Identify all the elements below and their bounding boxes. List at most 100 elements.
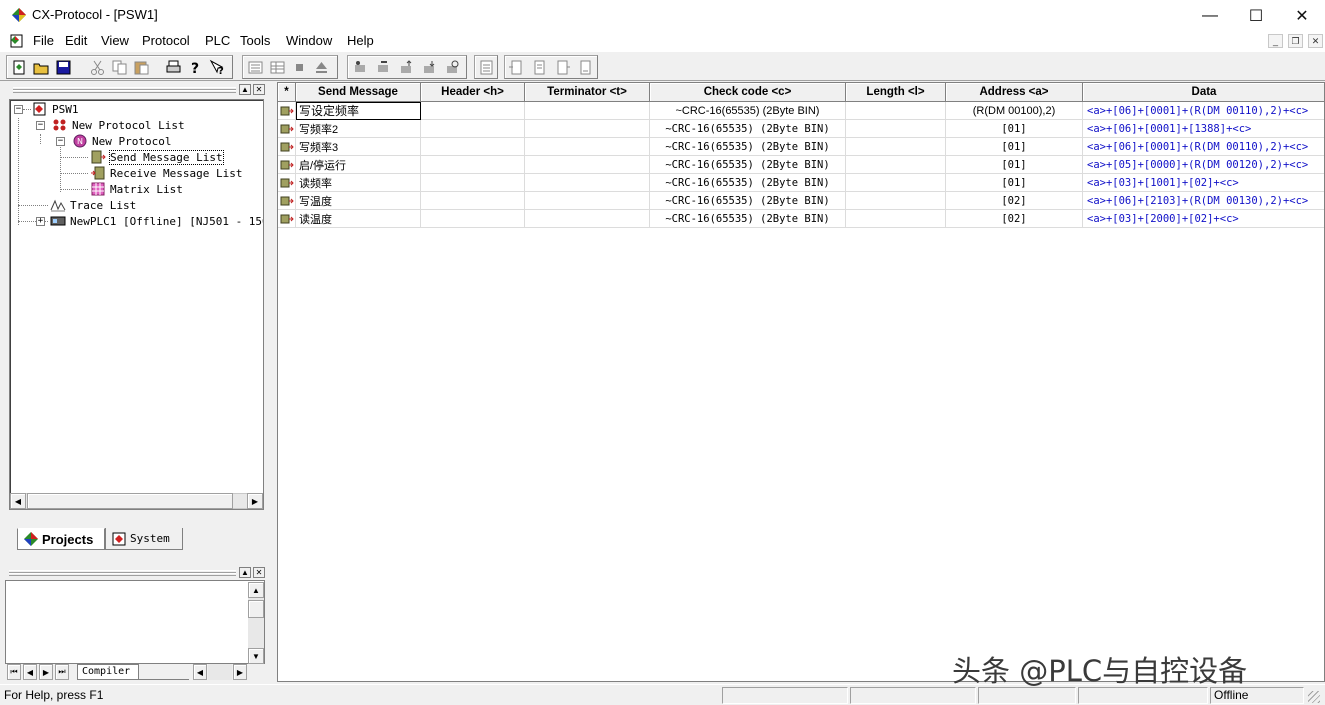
table-row[interactable]: 写设定频率 ~CRC-16(65535) (2Byte BIN) (R(DM 001… xyxy=(278,102,1324,120)
scroll-left-icon[interactable]: ◀ xyxy=(193,664,207,680)
save-icon[interactable] xyxy=(53,57,74,77)
cell-check-code[interactable]: ~CRC-16(65535) (2Byte BIN) xyxy=(650,138,846,156)
cell-address[interactable]: [02] xyxy=(946,210,1083,228)
mdi-minimize-button[interactable]: _ xyxy=(1268,34,1283,48)
close-button[interactable]: ✕ xyxy=(1279,0,1325,31)
cell-data[interactable]: <a>+[03]+[2000]+[02]+<c> xyxy=(1083,210,1324,228)
cell-address[interactable]: [01] xyxy=(946,174,1083,192)
table-row[interactable]: 写频率2 ~CRC-16(65535) (2Byte BIN) [01] <a>+[0… xyxy=(278,120,1324,138)
plc-upload-icon[interactable] xyxy=(396,57,417,77)
cell-send-message[interactable]: 写设定频率 xyxy=(296,102,421,120)
copy-icon[interactable] xyxy=(109,57,130,77)
tab-prev-icon[interactable]: ◀ xyxy=(23,664,37,680)
table-row[interactable]: 启/停运行 ~CRC-16(65535) (2Byte BIN) [01] <a>+[… xyxy=(278,156,1324,174)
cell-header[interactable] xyxy=(421,192,525,210)
cell-length[interactable] xyxy=(846,120,946,138)
stop-icon[interactable] xyxy=(289,57,310,77)
grid-corner[interactable]: * xyxy=(278,83,296,102)
cell-address[interactable]: [02] xyxy=(946,192,1083,210)
cell-data[interactable]: <a>+[06]+[2103]+(R(DM 00130),2)+<c> xyxy=(1083,192,1324,210)
tree-item-trace-list[interactable]: Trace List xyxy=(50,197,136,213)
row-icon-cell[interactable] xyxy=(278,210,296,228)
cell-send-message[interactable]: 写温度 xyxy=(296,192,421,210)
scroll-thumb[interactable] xyxy=(27,493,233,509)
cell-send-message[interactable]: 启/停运行 xyxy=(296,156,421,174)
row-icon-cell[interactable] xyxy=(278,138,296,156)
column-header-header[interactable]: Header <h> xyxy=(421,83,525,102)
row-icon-cell[interactable] xyxy=(278,120,296,138)
cell-data[interactable]: <a>+[05]+[0000]+(R(DM 00120),2)+<c> xyxy=(1083,156,1324,174)
menu-tools[interactable]: Tools xyxy=(237,33,273,48)
cell-terminator[interactable] xyxy=(525,174,650,192)
mdi-close-button[interactable]: ✕ xyxy=(1308,34,1323,48)
cell-header[interactable] xyxy=(421,120,525,138)
scroll-left-icon[interactable]: ◀ xyxy=(10,493,26,509)
cell-send-message[interactable]: 读频率 xyxy=(296,174,421,192)
cell-header[interactable] xyxy=(421,102,525,120)
cell-terminator[interactable] xyxy=(525,210,650,228)
tree-collapse-toggle[interactable]: − xyxy=(36,121,45,130)
print-icon[interactable] xyxy=(163,57,184,77)
tree-item-protocol[interactable]: N New Protocol xyxy=(72,133,171,149)
scroll-right-icon[interactable]: ▶ xyxy=(233,664,247,680)
cell-check-code[interactable]: ~CRC-16(65535) (2Byte BIN) xyxy=(650,156,846,174)
eject-icon[interactable] xyxy=(311,57,332,77)
menu-help[interactable]: Help xyxy=(344,33,377,48)
tree-collapse-toggle[interactable]: − xyxy=(14,105,23,114)
context-help-icon[interactable]: ? xyxy=(207,57,228,77)
plc-download-icon[interactable] xyxy=(419,57,440,77)
tab-first-icon[interactable]: ⏮ xyxy=(7,664,21,680)
tree-collapse-toggle[interactable]: − xyxy=(56,137,65,146)
cell-length[interactable] xyxy=(846,156,946,174)
tab-next-icon[interactable]: ▶ xyxy=(39,664,53,680)
column-header-address[interactable]: Address <a> xyxy=(946,83,1083,102)
cell-check-code[interactable]: ~CRC-16(65535) (2Byte BIN) xyxy=(650,192,846,210)
cell-length[interactable] xyxy=(846,192,946,210)
help-icon[interactable]: ? xyxy=(185,57,206,77)
trace-icon[interactable] xyxy=(476,57,497,77)
table-row[interactable]: 写频率3 ~CRC-16(65535) (2Byte BIN) [01] <a>+[0… xyxy=(278,138,1324,156)
column-header-data[interactable]: Data xyxy=(1083,83,1324,102)
row-icon-cell[interactable] xyxy=(278,174,296,192)
output-horizontal-scrollbar[interactable] xyxy=(208,664,232,680)
column-header-terminator[interactable]: Terminator <t> xyxy=(525,83,650,102)
plc-connect-icon[interactable] xyxy=(350,57,371,77)
column-header-length[interactable]: Length <l> xyxy=(846,83,946,102)
list-view-icon[interactable] xyxy=(245,57,266,77)
open-icon[interactable] xyxy=(31,57,52,77)
cell-terminator[interactable] xyxy=(525,156,650,174)
document-icon[interactable] xyxy=(10,33,24,48)
new-icon[interactable] xyxy=(9,57,30,77)
table-row[interactable]: 写温度 ~CRC-16(65535) (2Byte BIN) [02] <a>+[06… xyxy=(278,192,1324,210)
cell-check-code[interactable]: ~CRC-16(65535) (2Byte BIN) xyxy=(650,120,846,138)
column-header-send-message[interactable]: Send Message xyxy=(296,83,421,102)
column-header-check-code[interactable]: Check code <c> xyxy=(650,83,846,102)
message-2-icon[interactable] xyxy=(529,57,550,77)
menu-window[interactable]: Window xyxy=(283,33,335,48)
cell-address[interactable]: [01] xyxy=(946,138,1083,156)
cell-length[interactable] xyxy=(846,210,946,228)
tab-compiler[interactable]: Compiler xyxy=(77,664,139,680)
tree-expand-toggle[interactable]: + xyxy=(36,217,45,226)
cell-header[interactable] xyxy=(421,138,525,156)
paste-icon[interactable] xyxy=(131,57,152,77)
minimize-button[interactable]: — xyxy=(1187,0,1233,31)
cell-send-message[interactable]: 写频率3 xyxy=(296,138,421,156)
cell-data[interactable]: <a>+[03]+[1001]+[02]+<c> xyxy=(1083,174,1324,192)
tab-system[interactable]: System xyxy=(105,528,183,550)
menu-file[interactable]: File xyxy=(30,33,57,48)
maximize-button[interactable]: ☐ xyxy=(1233,0,1279,31)
cell-data[interactable]: <a>+[06]+[0001]+(R(DM 00110),2)+<c> xyxy=(1083,138,1324,156)
cell-check-code[interactable]: ~CRC-16(65535) (2Byte BIN) xyxy=(650,210,846,228)
cell-data[interactable]: <a>+[06]+[0001]+(R(DM 00110),2)+<c> xyxy=(1083,102,1324,120)
tree-item-receive-message-list[interactable]: Receive Message List xyxy=(90,165,242,181)
mdi-restore-button[interactable]: ❐ xyxy=(1288,34,1303,48)
menu-view[interactable]: View xyxy=(98,33,132,48)
cell-header[interactable] xyxy=(421,210,525,228)
pane-float-button[interactable]: ▲ xyxy=(239,567,251,578)
tree-item-project[interactable]: PSW1 xyxy=(32,101,79,117)
pane-close-button[interactable]: ✕ xyxy=(253,84,265,95)
scroll-right-icon[interactable]: ▶ xyxy=(247,493,263,509)
scroll-thumb[interactable] xyxy=(248,600,264,618)
cell-address[interactable]: [01] xyxy=(946,156,1083,174)
